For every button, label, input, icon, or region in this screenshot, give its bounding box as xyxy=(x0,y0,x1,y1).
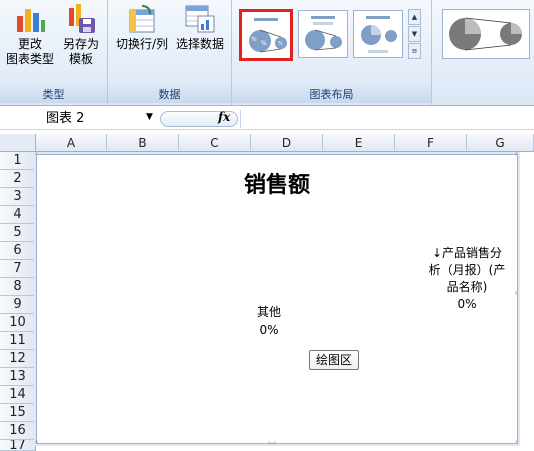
ribbon: 更改 图表类型 另存为 模板 类型 切换行/列 选择数据 数据 % % % ▲ … xyxy=(0,0,534,106)
chart-layout-group-label: 图表布局 xyxy=(232,87,431,103)
chart-layout-group: %% % ▲ ▼ ≡ 图表布局 xyxy=(232,0,432,105)
name-box-dropdown-icon[interactable]: ▼ xyxy=(146,112,153,122)
chart-area[interactable]: 销售额 其他 0% ↓产品销售分 析（月报）(产 品名称) 0% 绘图区 ⁘ ⁘… xyxy=(34,152,521,447)
row-header-15[interactable]: 15 xyxy=(0,404,36,422)
row-header-7[interactable]: 7 xyxy=(0,260,36,278)
column-header-b[interactable]: B xyxy=(107,134,179,152)
row-header-3[interactable]: 3 xyxy=(0,188,36,206)
row-header-9[interactable]: 9 xyxy=(0,296,36,314)
select-data-label: 选择数据 xyxy=(175,37,224,51)
save-as-template-button[interactable]: 另存为 模板 xyxy=(58,4,104,67)
type-group-label: 类型 xyxy=(0,87,107,103)
data-label-other-name: 其他 xyxy=(256,305,281,319)
row-header-5[interactable]: 5 xyxy=(0,224,36,242)
switch-row-column-icon xyxy=(129,5,155,33)
svg-text:%: % xyxy=(278,41,283,47)
resize-handle-bottom[interactable]: ⁘⁘ xyxy=(267,441,283,447)
resize-handle-top-left[interactable]: ⁘ xyxy=(34,152,40,158)
data-label-other-value: 0% xyxy=(259,323,279,337)
chart-layout-1-thumbnail[interactable]: %% % xyxy=(239,9,293,61)
data-group: 切换行/列 选择数据 数据 xyxy=(108,0,232,105)
chart-style-thumbnail[interactable] xyxy=(442,9,530,59)
column-header-a[interactable]: A xyxy=(36,134,107,152)
change-chart-type-label-2: 图表类型 xyxy=(6,52,55,66)
name-box[interactable]: 图表 2 xyxy=(46,111,156,127)
plot-area-tooltip: 绘图区 xyxy=(309,350,359,370)
insert-function-icon[interactable]: fx xyxy=(218,110,230,124)
data-label-product-line3: 品名称) xyxy=(446,280,488,294)
formula-input[interactable] xyxy=(240,110,534,128)
column-header-d[interactable]: D xyxy=(251,134,323,152)
row-header-14[interactable]: 14 xyxy=(0,386,36,404)
data-label-product-line2: 析（月报）(产 xyxy=(428,263,506,277)
change-chart-type-label-1: 更改 xyxy=(17,37,42,51)
switch-row-column-button[interactable]: 切换行/列 xyxy=(114,4,170,52)
data-label-product-value: 0% xyxy=(457,297,477,311)
data-group-label: 数据 xyxy=(108,87,231,103)
row-header-10[interactable]: 10 xyxy=(0,314,36,332)
select-data-icon xyxy=(185,5,215,33)
resize-handle-bottom-left[interactable]: ⁘ xyxy=(34,440,40,446)
column-header-g[interactable]: G xyxy=(467,134,534,152)
row-header-2[interactable]: 2 xyxy=(0,170,36,188)
row-header-16[interactable]: 16 xyxy=(0,422,36,440)
row-header-8[interactable]: 8 xyxy=(0,278,36,296)
select-data-button[interactable]: 选择数据 xyxy=(172,4,228,52)
gallery-more-button[interactable]: ≡ xyxy=(408,43,421,59)
resize-handle-bottom-right[interactable]: ⁘ xyxy=(514,440,520,446)
save-as-template-label-1: 另存为 xyxy=(62,37,99,51)
type-group: 更改 图表类型 另存为 模板 类型 xyxy=(0,0,108,105)
row-header-12[interactable]: 12 xyxy=(0,350,36,368)
row-header-13[interactable]: 13 xyxy=(0,368,36,386)
svg-text:%: % xyxy=(251,36,257,43)
chart-layout-3-thumbnail[interactable] xyxy=(353,10,403,58)
data-label-product[interactable]: ↓产品销售分 析（月报）(产 品名称) 0% xyxy=(417,245,517,313)
column-header-f[interactable]: F xyxy=(395,134,467,152)
chart-title[interactable]: 销售额 xyxy=(37,167,517,199)
resize-handle-right[interactable]: ⁞ xyxy=(515,291,521,304)
formula-bar: 图表 2 ▼ fx xyxy=(0,108,534,130)
save-template-icon xyxy=(69,4,95,33)
row-header-1[interactable]: 1 xyxy=(0,152,36,170)
gallery-scroll-down[interactable]: ▼ xyxy=(408,26,421,42)
data-label-other[interactable]: 其他 0% xyxy=(252,303,286,339)
change-chart-type-button[interactable]: 更改 图表类型 xyxy=(6,4,54,67)
row-header-4[interactable]: 4 xyxy=(0,206,36,224)
column-header-c[interactable]: C xyxy=(179,134,251,152)
row-header-11[interactable]: 11 xyxy=(0,332,36,350)
row-header-6[interactable]: 6 xyxy=(0,242,36,260)
select-all-corner[interactable] xyxy=(0,134,36,152)
chart-styles-group xyxy=(432,0,534,105)
column-header-e[interactable]: E xyxy=(323,134,395,152)
gallery-scroll-up[interactable]: ▲ xyxy=(408,9,421,25)
bar-chart-icon xyxy=(17,9,45,32)
svg-text:%: % xyxy=(261,40,267,47)
row-header-17[interactable]: 17 xyxy=(0,440,36,451)
switch-row-column-label: 切换行/列 xyxy=(115,37,169,51)
save-as-template-label-2: 模板 xyxy=(68,52,93,66)
data-label-product-line1: ↓产品销售分 xyxy=(431,246,503,260)
chart-layout-2-thumbnail[interactable] xyxy=(298,10,348,58)
resize-handle-top-right[interactable]: ⁘ xyxy=(514,152,520,158)
